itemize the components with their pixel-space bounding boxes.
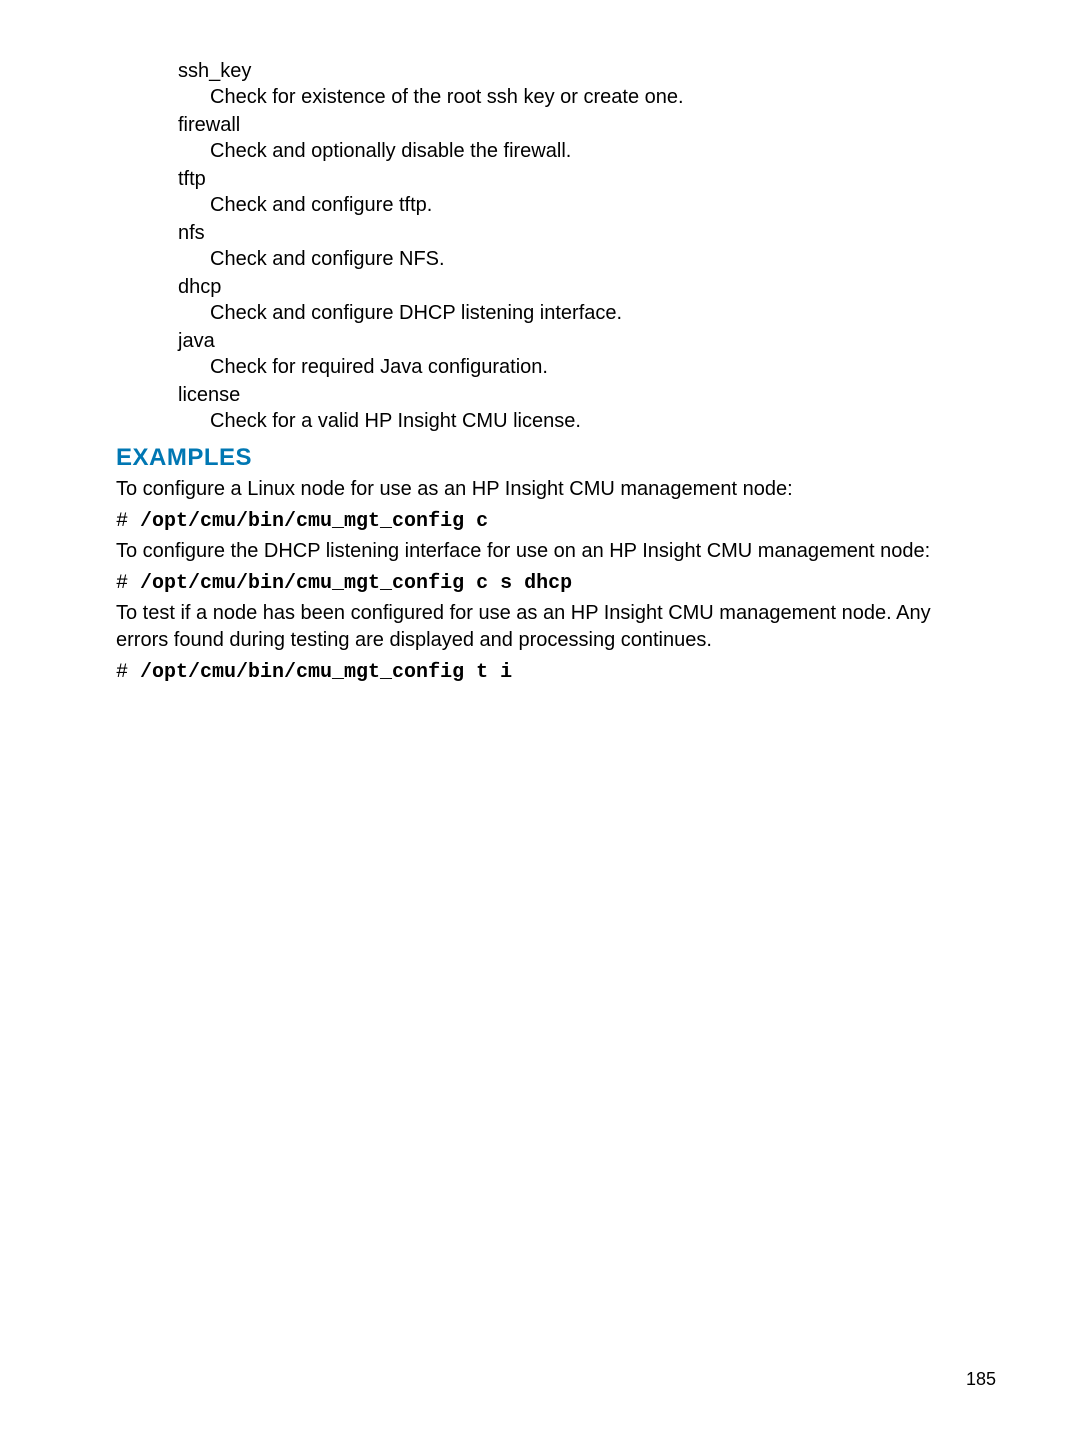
def-desc: Check and configure NFS. [210,246,964,272]
def-desc: Check and configure tftp. [210,192,964,218]
prompt: # [116,510,140,533]
example-command: # /opt/cmu/bin/cmu_mgt_config c [116,507,964,536]
example-command: # /opt/cmu/bin/cmu_mgt_config c s dhcp [116,569,964,598]
def-desc: Check for a valid HP Insight CMU license… [210,408,964,434]
prompt: # [116,572,140,595]
command-text: /opt/cmu/bin/cmu_mgt_config c [140,510,488,533]
command-text: /opt/cmu/bin/cmu_mgt_config c s dhcp [140,572,572,595]
def-term: java [178,328,964,354]
page-number: 185 [966,1369,996,1390]
example-command: # /opt/cmu/bin/cmu_mgt_config t i [116,658,964,687]
definition-list: ssh_key Check for existence of the root … [178,58,964,434]
def-term: license [178,382,964,408]
example-intro: To configure the DHCP listening interfac… [116,538,964,565]
prompt: # [116,661,140,684]
example-intro: To test if a node has been configured fo… [116,600,964,654]
example-intro: To configure a Linux node for use as an … [116,476,964,503]
page-content: ssh_key Check for existence of the root … [0,0,1080,687]
def-term: tftp [178,166,964,192]
def-desc: Check for existence of the root ssh key … [210,84,964,110]
def-desc: Check for required Java configuration. [210,354,964,380]
def-term: ssh_key [178,58,964,84]
def-desc: Check and configure DHCP listening inter… [210,300,964,326]
command-text: /opt/cmu/bin/cmu_mgt_config t i [140,661,512,684]
def-term: nfs [178,220,964,246]
examples-heading: EXAMPLES [116,444,964,472]
def-term: dhcp [178,274,964,300]
def-desc: Check and optionally disable the firewal… [210,138,964,164]
def-term: firewall [178,112,964,138]
